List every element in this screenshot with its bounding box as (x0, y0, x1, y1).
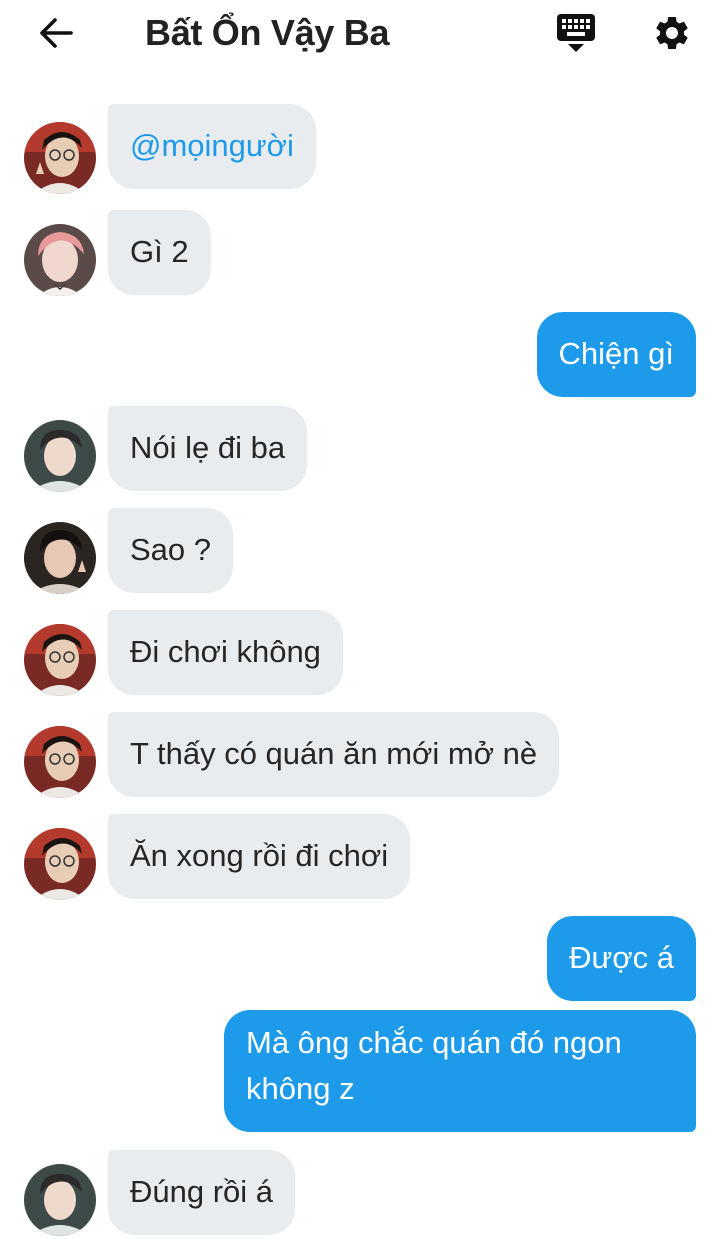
message-bubble-incoming[interactable]: Sao ? (108, 508, 234, 593)
message-text: Ăn xong rồi đi chơi (130, 838, 389, 873)
message-text: Mà ông chắc quán đó ngon không z (246, 1025, 622, 1106)
message-bubble-incoming[interactable]: Nói lẹ đi ba (108, 406, 308, 491)
message-text: T thấy có quán ăn mới mở nè (130, 736, 538, 771)
message-text: Sao ? (130, 532, 212, 567)
avatar[interactable] (24, 224, 96, 296)
message-text: Được á (569, 940, 674, 975)
message-bubble-incoming[interactable]: Ăn xong rồi đi chơi (108, 814, 411, 899)
user-photo-icon (24, 828, 96, 900)
gear-icon (656, 16, 688, 49)
user-photo-icon (24, 224, 96, 296)
avatar[interactable] (24, 624, 96, 696)
back-button[interactable] (30, 10, 82, 56)
chat-header: Bất Ổn Vậy Ba (0, 0, 720, 70)
avatar[interactable] (24, 1164, 96, 1236)
message-bubble-outgoing[interactable]: Được á (547, 916, 696, 1001)
user-photo-icon (24, 420, 96, 492)
message-bubble-incoming[interactable]: Gì 2 (108, 210, 211, 295)
message-bubble-incoming[interactable]: Đi chơi không (108, 610, 343, 695)
settings-button[interactable] (648, 9, 696, 57)
user-photo-icon (24, 726, 96, 798)
user-photo-icon (24, 624, 96, 696)
user-photo-icon (24, 522, 96, 594)
message-bubble-outgoing[interactable]: Chiện gì (536, 312, 696, 397)
keyboard-hide-icon (557, 14, 595, 52)
avatar[interactable] (24, 122, 96, 194)
avatar[interactable] (24, 726, 96, 798)
user-photo-icon (24, 1164, 96, 1236)
avatar[interactable] (24, 828, 96, 900)
message-bubble-incoming[interactable]: Đúng rồi á (108, 1150, 296, 1235)
message-text: Nói lẹ đi ba (130, 430, 286, 465)
message-bubble-incoming[interactable]: T thấy có quán ăn mới mở nè (108, 712, 560, 797)
chat-title: Bất Ổn Vậy Ba (145, 12, 390, 53)
message-text: Đi chơi không (130, 634, 321, 669)
message-bubble-incoming[interactable]: @mọingười (108, 104, 316, 189)
avatar[interactable] (24, 420, 96, 492)
user-photo-icon (24, 122, 96, 194)
message-text: Chiện gì (558, 336, 674, 371)
mention-link[interactable]: @mọingười (130, 128, 294, 163)
message-text: Gì 2 (130, 234, 189, 269)
arrow-left-icon (40, 18, 73, 48)
avatar[interactable] (24, 522, 96, 594)
message-bubble-outgoing[interactable]: Mà ông chắc quán đó ngon không z (224, 1010, 696, 1132)
message-text: Đúng rồi á (130, 1174, 274, 1209)
keyboard-toggle-button[interactable] (553, 10, 599, 56)
